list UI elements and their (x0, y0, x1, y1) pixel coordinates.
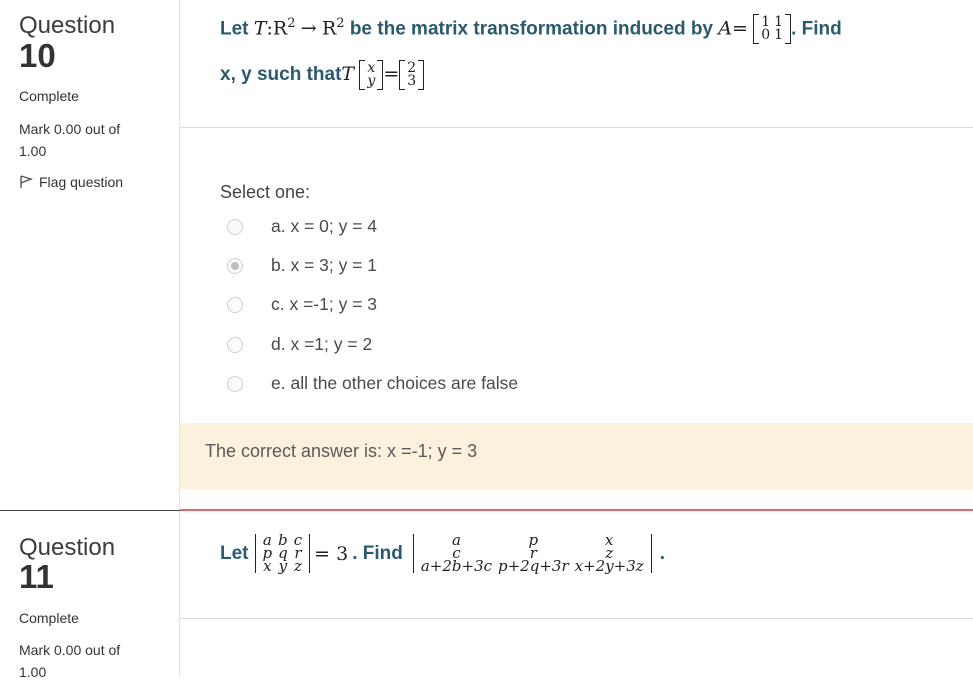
flag-question-label: Flag question (39, 174, 124, 190)
det-cell: x (263, 557, 272, 575)
math-sup: 2 (336, 16, 345, 31)
det-cell: p+2q+3r (498, 557, 569, 575)
answer-label: c. x =-1; y = 3 (271, 294, 378, 314)
select-one-label: Select one: (220, 182, 311, 202)
question-number: 10 (19, 37, 56, 74)
correct-answer-feedback: The correct answer is: x =-1; y = 3 (180, 423, 973, 489)
flag-question-button[interactable]: Flag question (19, 174, 123, 190)
det-cell: x+2y+3z (574, 557, 644, 575)
math-eq: = (383, 63, 400, 86)
det-cell: z (293, 557, 302, 575)
text-such-that: x, y such that (220, 64, 342, 86)
radio-button[interactable] (227, 336, 243, 353)
question-status: Complete (19, 88, 79, 104)
answer-option-d[interactable]: d. x =1; y = 2 (227, 334, 372, 355)
determinant-1: abc pqr xyz (254, 533, 311, 575)
question-10-text: Let T:R2 → R2 be the matrix transformati… (220, 14, 842, 45)
answer-option-a[interactable]: a. x = 0; y = 4 (227, 216, 377, 237)
math-eq: = (732, 17, 748, 40)
answer-option-b[interactable]: b. x = 3; y = 1 (227, 255, 377, 276)
question-number: 11 (19, 558, 54, 595)
column-divider (179, 511, 180, 678)
radio-button[interactable] (227, 296, 243, 313)
question-mark-total: 1.00 (19, 143, 47, 159)
radio-button[interactable] (227, 218, 243, 235)
question-mark: Mark 0.00 out of (19, 642, 121, 658)
math-eq-3: = 3 (314, 542, 349, 565)
text-let: Let (220, 542, 249, 564)
vector-xy: x y (359, 60, 384, 90)
det-cell: a+2b+3c (420, 557, 493, 575)
math-A: A (718, 17, 733, 40)
section-divider (180, 127, 973, 128)
answer-option-e[interactable]: e. all the other choices are false (227, 373, 518, 394)
feedback-text: The correct answer is: x =-1; y = 3 (205, 441, 478, 461)
answer-option-c[interactable]: c. x =-1; y = 3 (227, 294, 377, 315)
answer-label: d. x =1; y = 2 (271, 334, 373, 354)
question-status: Complete (19, 610, 79, 626)
math-domain: :R (266, 17, 288, 40)
question-label: Question (19, 12, 116, 39)
text-find: . Find (791, 18, 842, 40)
question-separator (180, 509, 973, 511)
matrix-A: 11 01 (753, 14, 792, 45)
determinant-2: apx crz a+2b+3c p+2q+3r x+2y+3z (412, 533, 652, 575)
info-separator (0, 510, 180, 511)
text-induced: be the matrix transformation induced by (349, 18, 713, 40)
math-codomain: R (321, 17, 337, 40)
flag-icon (20, 175, 33, 188)
math-T: T (253, 17, 267, 40)
vector-cell: y (367, 73, 376, 89)
text-period: . (659, 542, 665, 564)
question-11-text: Let abc pqr xyz = 3 . Find apx crz a+2b+… (220, 533, 665, 575)
text-let: Let (220, 18, 249, 40)
answer-label: b. x = 3; y = 1 (271, 255, 378, 275)
answer-label: a. x = 0; y = 4 (271, 216, 378, 236)
question-10-text-line2: x, y such thatT x y = 2 3 (220, 60, 425, 90)
section-divider (180, 618, 973, 619)
math-arrow: → (300, 17, 317, 40)
vector-cell: 3 (407, 73, 417, 89)
radio-button[interactable] (227, 375, 243, 392)
radio-button[interactable] (227, 257, 243, 274)
vector-result: 2 3 (399, 60, 425, 90)
math-sup: 2 (287, 16, 296, 31)
matrix-cell: 1 (774, 27, 784, 44)
answer-label: e. all the other choices are false (271, 373, 519, 393)
text-find: . Find (352, 542, 403, 564)
matrix-cell: 0 (761, 27, 771, 44)
math-T: T (341, 63, 355, 86)
question-mark: Mark 0.00 out of (19, 121, 121, 137)
